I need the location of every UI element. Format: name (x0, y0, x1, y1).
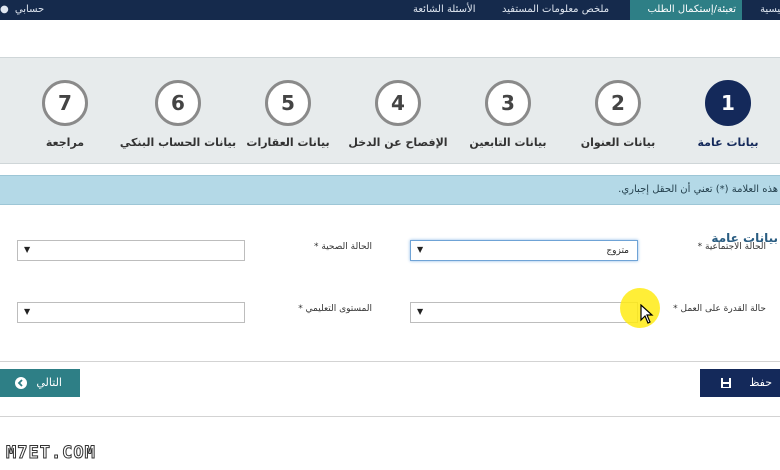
floppy-disk-icon (721, 378, 731, 388)
education-level-label: المستوى التعليمي * (298, 304, 372, 314)
work-ability-select[interactable]: ▼ (410, 302, 638, 323)
marital-status-select[interactable]: ▼ متزوج (410, 240, 638, 261)
chevron-down-icon: ▼ (417, 307, 424, 316)
nav-beneficiary-summary[interactable]: ملخص معلومات المستفيد (502, 0, 609, 20)
next-button[interactable]: التالي (0, 369, 80, 397)
mouse-pointer-icon (640, 304, 654, 324)
chevron-down-icon: ▼ (24, 307, 31, 316)
chevron-down-icon: ▼ (417, 245, 424, 254)
chevron-down-icon: ▼ (24, 245, 31, 254)
step-number: 5 (265, 80, 311, 126)
save-button-label: حفظ (749, 376, 772, 389)
health-status-label: الحالة الصحية * (314, 242, 372, 252)
marital-status-value: متزوج (606, 246, 629, 256)
step-number: 1 (705, 80, 751, 126)
step-number: 6 (155, 80, 201, 126)
marital-status-label: الحالة الاجتماعية * (697, 242, 766, 252)
arrow-left-circle-icon (15, 377, 27, 389)
account-label: حسابي (14, 4, 45, 15)
nav-faq[interactable]: الأسئلة الشائعة (413, 0, 476, 20)
wizard-steps: 1 بيانات عامة 2 بيانات العنوان 3 بيانات … (0, 57, 780, 164)
account-menu[interactable]: حسابي ● (0, 0, 44, 20)
health-status-select[interactable]: ▼ (17, 240, 245, 261)
step-number: 7 (42, 80, 88, 126)
user-icon: ● (0, 4, 9, 15)
step-number: 4 (375, 80, 421, 126)
site-watermark: M7ET.COM (6, 443, 96, 464)
step-number: 3 (485, 80, 531, 126)
step-label: مراجعة (45, 136, 85, 149)
footer-divider (0, 416, 780, 417)
save-button[interactable]: حفظ (700, 369, 780, 397)
required-field-notice: هذه العلامة (*) تعني أن الحقل إجباري. (0, 175, 780, 205)
form-divider (0, 361, 780, 362)
work-ability-label: حالة القدرة على العمل * (673, 304, 766, 314)
step-7-review[interactable]: 7 مراجعة (0, 80, 135, 149)
nav-home[interactable]: رئيسية (748, 0, 780, 20)
top-nav-bar: حسابي ● الأسئلة الشائعة ملخص معلومات الم… (0, 0, 780, 20)
education-level-select[interactable]: ▼ (17, 302, 245, 323)
step-number: 2 (595, 80, 641, 126)
nav-fill-application[interactable]: تعبئة/إستكمال الطلب (630, 0, 742, 20)
next-button-label: التالي (36, 376, 62, 389)
